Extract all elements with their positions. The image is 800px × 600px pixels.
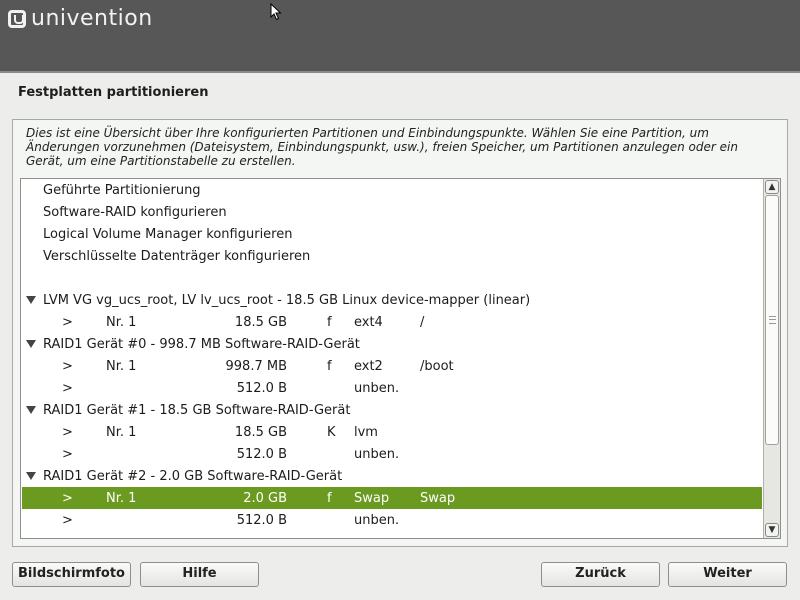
partition-flag: f (327, 491, 332, 506)
partition-arrow: > (62, 447, 73, 462)
help-button[interactable]: Hilfe (140, 562, 259, 587)
next-button[interactable]: Weiter (668, 562, 787, 587)
partition-number: Nr. 1 (106, 491, 137, 506)
list-action-label: Geführte Partitionierung (43, 183, 201, 198)
device-row[interactable]: RAID1 Gerät #1 - 18.5 GB Software-RAID-G… (22, 399, 762, 421)
partition-number: Nr. 1 (106, 315, 137, 330)
partition-filesystem: ext2 (354, 359, 383, 374)
partition-size: 18.5 GB (234, 425, 287, 440)
device-row[interactable]: RAID1 Gerät #0 - 998.7 MB Software-RAID-… (22, 333, 762, 355)
partition-size: 18.5 GB (234, 315, 287, 330)
scrollbar-thumb[interactable] (765, 195, 779, 445)
content-panel: Dies ist eine Übersicht über Ihre konfig… (12, 119, 788, 547)
list-action-label: Verschlüsselte Datenträger konfigurieren (43, 249, 311, 264)
top-bar: univention (0, 0, 800, 73)
scroll-up-icon[interactable]: ▲ (765, 180, 779, 194)
device-label: RAID1 Gerät #0 - 998.7 MB Software-RAID-… (43, 337, 360, 352)
univention-logo-icon (8, 10, 26, 28)
page-title: Festplatten partitionieren (18, 85, 209, 100)
list-action-label: Software-RAID konfigurieren (43, 205, 227, 220)
expand-triangle-icon[interactable] (26, 472, 36, 480)
screenshot-button[interactable]: Bildschirmfoto (12, 562, 131, 587)
partition-row-selected[interactable]: > Nr. 1 2.0 GB f Swap Swap (22, 487, 762, 509)
partition-row[interactable]: >512.0 B unben. (22, 377, 762, 399)
partition-filesystem: unben. (354, 447, 400, 462)
partition-flag: f (327, 359, 332, 374)
partition-arrow: > (62, 359, 73, 374)
partition-row[interactable]: >512.0 B unben. (22, 509, 762, 531)
device-label: RAID1 Gerät #1 - 18.5 GB Software-RAID-G… (43, 403, 351, 418)
univention-logo: univention (8, 8, 153, 30)
expand-triangle-icon[interactable] (26, 340, 36, 348)
partition-size: 2.0 GB (243, 491, 287, 506)
partition-flag: f (327, 315, 332, 330)
partition-mountpoint: Swap (420, 491, 456, 506)
partition-size: 512.0 B (236, 447, 287, 462)
expand-triangle-icon[interactable] (26, 406, 36, 414)
device-label: LVM VG vg_ucs_root, LV lv_ucs_root - 18.… (43, 293, 531, 308)
list-action-label: Logical Volume Manager konfigurieren (43, 227, 293, 242)
device-row[interactable]: RAID1 Gerät #2 - 2.0 GB Software-RAID-Ge… (22, 465, 762, 487)
back-button[interactable]: Zurück (541, 562, 660, 587)
partition-arrow: > (62, 381, 73, 396)
brand-name: univention (31, 6, 153, 31)
scroll-down-icon[interactable]: ▼ (765, 523, 779, 537)
mouse-cursor-icon (270, 3, 282, 21)
partition-filesystem: unben. (354, 513, 400, 528)
partition-filesystem: Swap (354, 491, 390, 506)
partition-filesystem: ext4 (354, 315, 383, 330)
partition-row[interactable]: >512.0 B unben. (22, 443, 762, 465)
partition-filesystem: lvm (354, 425, 378, 440)
partition-row[interactable]: > Nr. 1 998.7 MB f ext2/boot (22, 355, 762, 377)
partition-list[interactable]: Geführte Partitionierung Software-RAID ko… (20, 178, 781, 539)
partition-number: Nr. 1 (106, 359, 137, 374)
partition-arrow: > (62, 425, 73, 440)
partition-mountpoint: / (420, 315, 425, 330)
device-label: RAID1 Gerät #2 - 2.0 GB Software-RAID-Ge… (43, 469, 343, 484)
partition-row[interactable]: > Nr. 1 18.5 GB f ext4 / (22, 311, 762, 333)
partition-size: 512.0 B (236, 513, 287, 528)
partition-size: 998.7 MB (225, 359, 287, 374)
partition-number: Nr. 1 (106, 425, 137, 440)
expand-triangle-icon[interactable] (26, 296, 36, 304)
description-text: Dies ist eine Übersicht über Ihre konfig… (26, 126, 738, 168)
partition-flag: K (327, 425, 336, 440)
partition-arrow: > (62, 315, 73, 330)
partition-arrow: > (62, 491, 73, 506)
partition-row[interactable]: > Nr. 1 18.5 GB Klvm (22, 421, 762, 443)
list-action-item[interactable]: Software-RAID konfigurieren (22, 201, 762, 223)
partition-filesystem: unben. (354, 381, 400, 396)
scrollbar-grip-icon (769, 316, 776, 324)
list-action-item[interactable]: Verschlüsselte Datenträger konfigurieren (22, 245, 762, 267)
list-action-item[interactable]: Geführte Partitionierung (22, 179, 762, 201)
list-action-item[interactable]: Logical Volume Manager konfigurieren (22, 223, 762, 245)
vertical-scrollbar[interactable]: ▲ ▼ (763, 179, 780, 538)
partition-mountpoint: /boot (420, 359, 454, 374)
partition-arrow: > (62, 513, 73, 528)
device-row[interactable]: LVM VG vg_ucs_root, LV lv_ucs_root - 18.… (22, 289, 762, 311)
partition-size: 512.0 B (236, 381, 287, 396)
